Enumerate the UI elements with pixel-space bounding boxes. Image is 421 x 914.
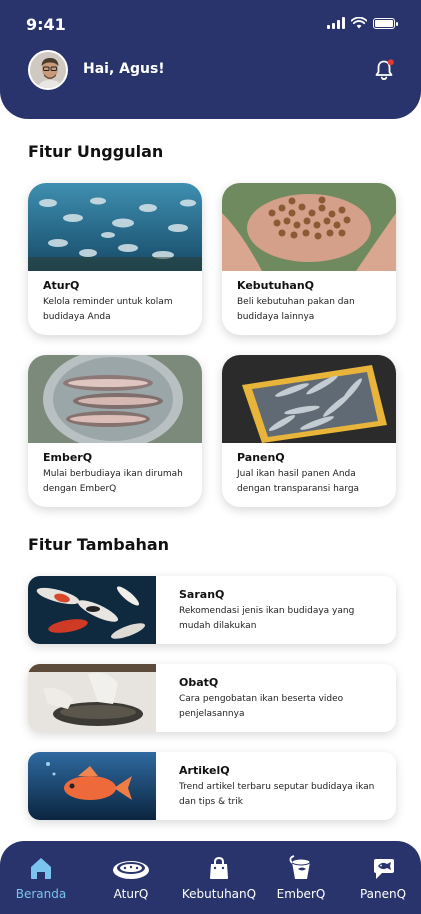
card-description: Beli kebutuhan pakan dan budidaya lainny…	[237, 297, 355, 322]
nav-label: KebutuhanQ	[181, 887, 257, 901]
card-title: PanenQ	[237, 451, 285, 464]
featured-section-title: Fitur Unggulan	[28, 142, 164, 161]
card-description: Jual ikan hasil panen Anda dengan transp…	[237, 469, 360, 494]
koi-fish-image	[28, 576, 156, 644]
aquarium-fish-image	[28, 752, 156, 820]
nav-item-aturq[interactable]: AturQ	[100, 841, 162, 914]
fish-treatment-image	[28, 664, 156, 732]
card-title: EmberQ	[43, 451, 93, 464]
item-description: Trend artikel terbaru seputar budidaya i…	[179, 782, 375, 807]
signal-icon	[327, 17, 345, 29]
nav-label: EmberQ	[276, 887, 326, 901]
additional-item-artikelq[interactable]: ArtikelQ Trend artikel terbaru seputar b…	[28, 752, 396, 820]
card-description: Kelola reminder untuk kolam budidaya And…	[43, 297, 173, 322]
shopping-bag-icon	[210, 856, 228, 879]
app-header: 9:41 Hai, Agus!	[0, 0, 421, 119]
item-title: ObatQ	[179, 676, 219, 689]
pond-icon	[113, 861, 149, 879]
home-icon	[31, 858, 51, 879]
card-title: AturQ	[43, 279, 80, 292]
feature-card-panenq[interactable]: PanenQ Jual ikan hasil panen Anda dengan…	[222, 355, 396, 507]
feature-card-emberq[interactable]: EmberQ Mulai berbudiaya ikan dirumah den…	[28, 355, 202, 507]
nav-item-kebutuhanq[interactable]: KebutuhanQ	[178, 841, 260, 914]
status-time: 9:41	[26, 15, 66, 34]
nav-label: AturQ	[113, 887, 149, 901]
additional-item-saranq[interactable]: SaranQ Rekomendasi jenis ikan budidaya y…	[28, 576, 396, 644]
nav-label: PanenQ	[359, 887, 407, 901]
card-description: Mulai berbudiaya ikan dirumah dengan Emb…	[43, 469, 183, 494]
fish-feed-pellets-image	[222, 183, 396, 271]
item-title: SaranQ	[179, 588, 225, 601]
nav-label: Beranda	[15, 887, 67, 901]
item-title: ArtikelQ	[179, 764, 230, 777]
fish-tag-icon	[374, 859, 394, 879]
fish-in-bucket-image	[28, 355, 202, 443]
feature-card-kebutuhanq[interactable]: KebutuhanQ Beli kebutuhan pakan dan budi…	[222, 183, 396, 335]
additional-section-title: Fitur Tambahan	[28, 535, 170, 554]
greeting-text: Hai, Agus!	[83, 61, 165, 77]
battery-icon	[373, 17, 398, 29]
bottom-navigation: Beranda AturQ KebutuhanQ EmberQ PanenQ	[0, 841, 421, 914]
bucket-icon	[289, 855, 311, 879]
avatar[interactable]	[28, 50, 68, 90]
fish-harvest-crate-image	[222, 355, 396, 443]
feature-card-aturq[interactable]: AturQ Kelola reminder untuk kolam budida…	[28, 183, 202, 335]
item-description: Rekomendasi jenis ikan budidaya yang mud…	[179, 606, 355, 631]
item-description: Cara pengobatan ikan beserta video penje…	[179, 694, 344, 719]
notification-bell-icon[interactable]	[372, 58, 396, 82]
nav-item-emberq[interactable]: EmberQ	[270, 841, 332, 914]
card-title: KebutuhanQ	[237, 279, 315, 292]
additional-item-obatq[interactable]: ObatQ Cara pengobatan ikan beserta video…	[28, 664, 396, 732]
nav-item-panenq[interactable]: PanenQ	[352, 841, 414, 914]
fish-school-image	[28, 183, 202, 271]
status-icons	[327, 17, 398, 29]
wifi-icon	[351, 17, 367, 29]
nav-item-beranda[interactable]: Beranda	[10, 841, 72, 914]
